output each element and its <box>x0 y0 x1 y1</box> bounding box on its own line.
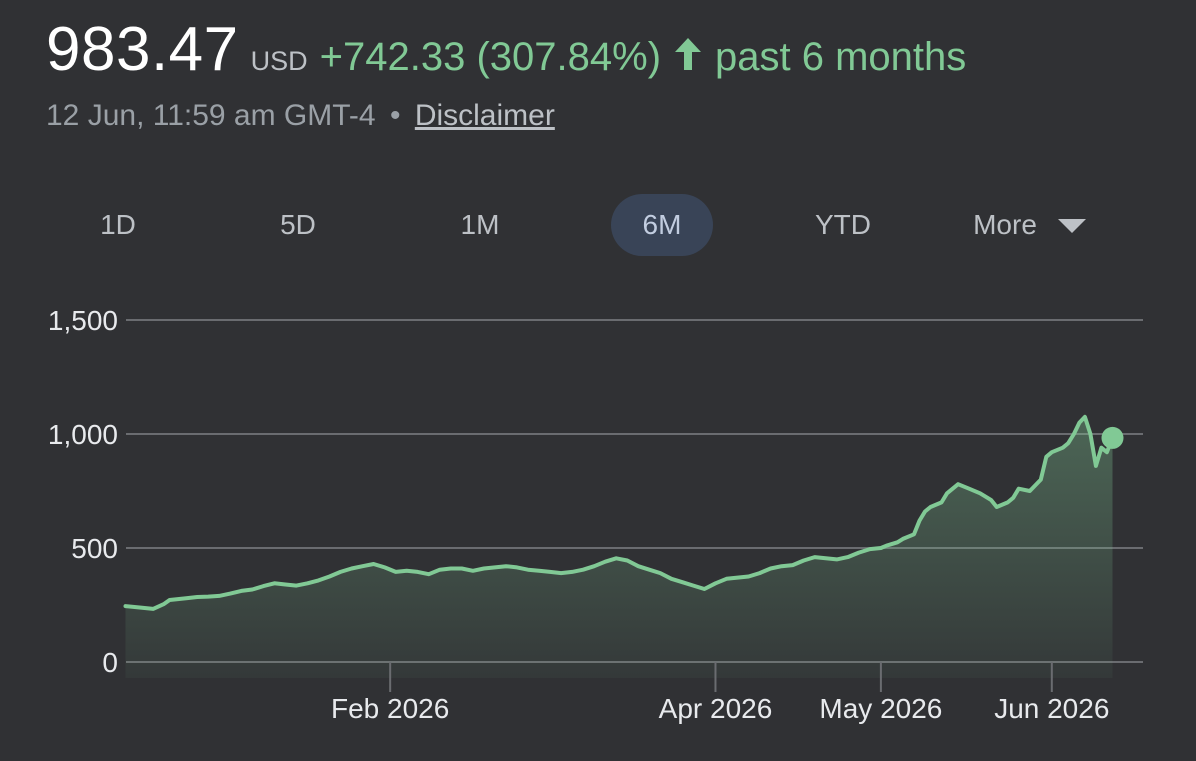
x-tick-label: Apr 2026 <box>659 693 773 724</box>
y-tick-label: 1,500 <box>48 305 118 336</box>
x-tick-label: Feb 2026 <box>331 693 449 724</box>
y-tick-label: 1,000 <box>48 419 118 450</box>
current-price-marker <box>1101 426 1124 449</box>
x-tick-label: Jun 2026 <box>994 693 1109 724</box>
y-tick-label: 500 <box>71 533 118 564</box>
price-chart[interactable]: 0 500 1,000 1,500 Feb 2026 Apr 2026 May 2026 Ju… <box>0 0 1196 761</box>
y-tick-label: 0 <box>102 647 118 678</box>
x-tick-label: May 2026 <box>819 693 942 724</box>
